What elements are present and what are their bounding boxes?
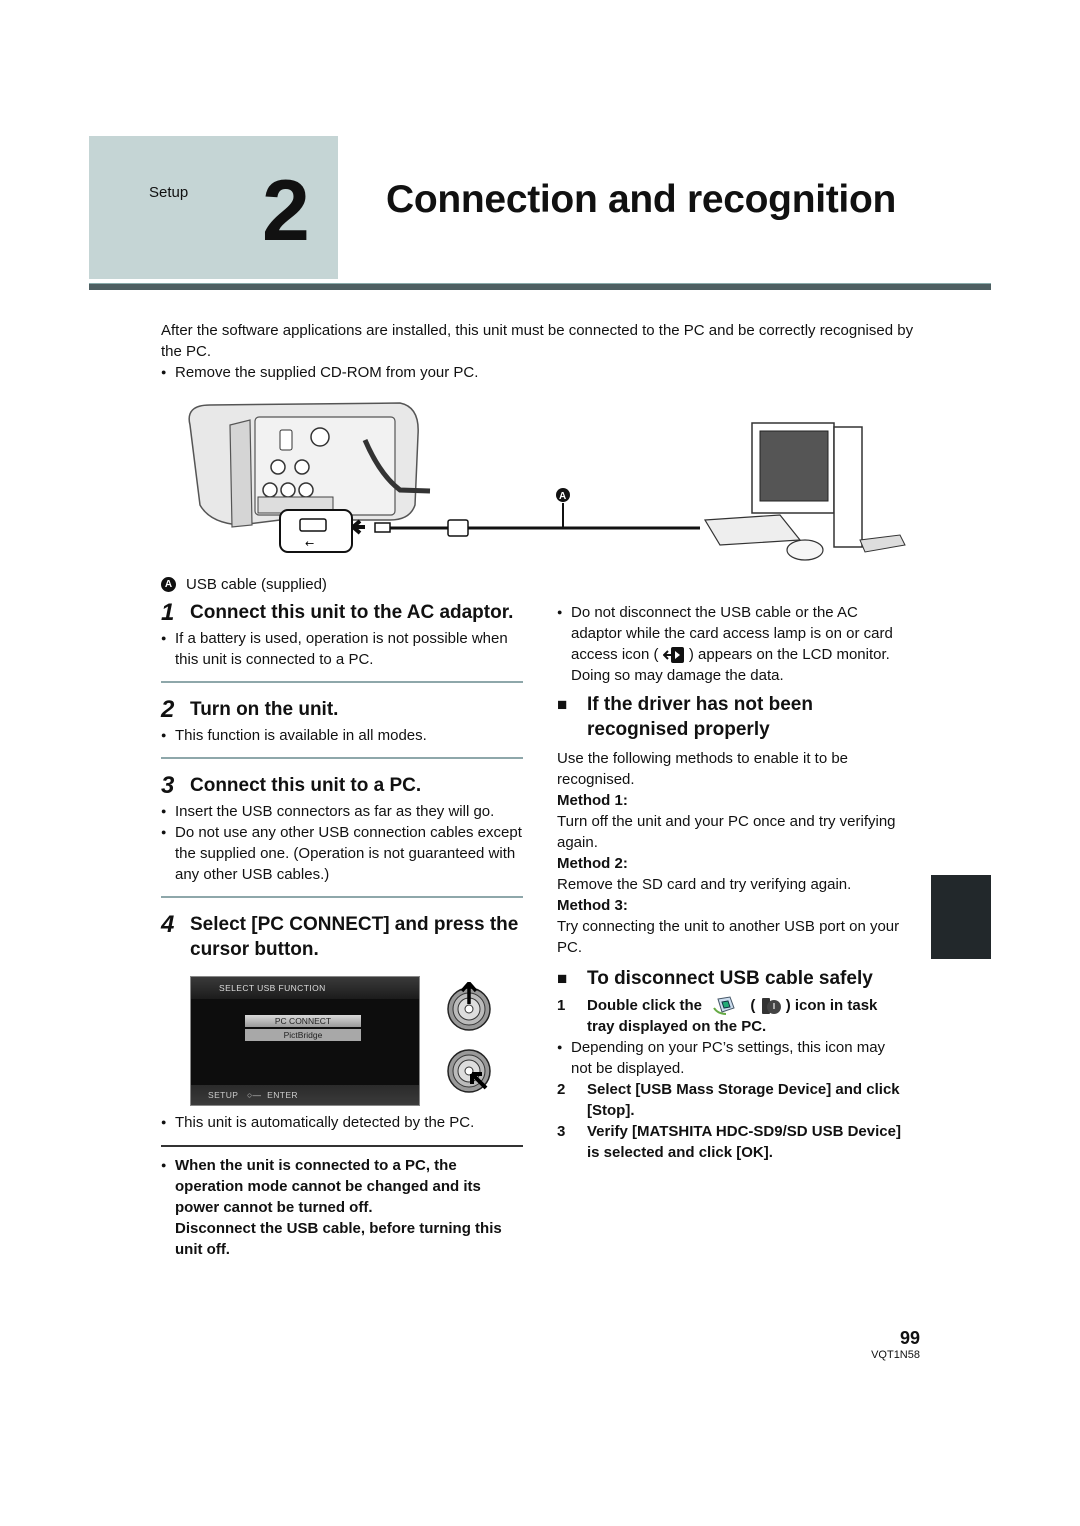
caption-text: USB cable (supplied): [186, 576, 327, 593]
usb-cable: A: [374, 488, 700, 537]
cursor-button-press-icon: [447, 1049, 491, 1093]
disconnect-section-title: To disconnect USB cable safely: [587, 968, 873, 989]
svg-text:A: A: [559, 491, 566, 502]
step-number: 2: [557, 1081, 566, 1099]
disconnect-step-1-note: Depending on your PC’s settings, this ic…: [557, 1037, 909, 1079]
step-bullet: This function is available in all modes.: [161, 725, 523, 746]
method-text: Turn off the unit and your PC once and t…: [557, 813, 896, 851]
method-text: Try connecting the unit to another USB p…: [557, 918, 900, 956]
step-title: Turn on the unit.: [190, 699, 339, 720]
step-number: 3: [557, 1123, 566, 1141]
intro-bullet: Remove the supplied CD-ROM from your PC.: [161, 362, 921, 383]
callout-marker-a-icon: A: [161, 577, 176, 592]
step-number: 1: [161, 599, 175, 626]
step-bullet: This unit is automatically detected by t…: [161, 1112, 523, 1133]
card-access-warning: Do not disconnect the USB cable or the A…: [557, 602, 909, 686]
square-bullet-icon: ■: [557, 695, 568, 714]
card-access-icon: [662, 647, 684, 664]
method-label: Method 1:: [557, 792, 628, 809]
step-4: 4 Select [PC CONNECT] and press the curs…: [161, 910, 523, 1133]
step-1: 1 Connect this unit to the AC adaptor. I…: [161, 598, 523, 670]
method-text: Remove the SD card and try verifying aga…: [557, 876, 852, 893]
desktop-pc-illustration: [703, 422, 906, 561]
header-divider: [89, 283, 991, 290]
step-4-figure: SELECT USB FUNCTION PC CONNECT PictBridg…: [190, 976, 523, 1106]
step-bullet: Do not use any other USB connection cabl…: [161, 822, 523, 885]
intro: After the software applications are inst…: [161, 320, 921, 383]
step-text: Double click the: [587, 997, 703, 1014]
method-label: Method 3:: [557, 897, 628, 914]
lcd-option-pc-connect[interactable]: PC CONNECT: [245, 1015, 361, 1027]
step-3: 3 Connect this unit to a PC. Insert the …: [161, 771, 523, 885]
step-number: 4: [161, 911, 175, 938]
camcorder-illustration: ←: [188, 402, 431, 553]
section-divider: [161, 757, 523, 759]
lcd-footer: SETUP ○— ENTER: [191, 1085, 419, 1105]
warning-box: When the unit is connected to a PC, the …: [161, 1155, 523, 1260]
document-code: VQT1N58: [871, 1349, 920, 1361]
step-number: 1: [557, 997, 566, 1014]
page-number: 99: [899, 1328, 920, 1348]
cursor-button-up-icon: [447, 982, 491, 1031]
chapter-side-tab: [931, 875, 991, 959]
method-label: Method 2:: [557, 855, 628, 872]
step-number: 2: [161, 696, 175, 723]
step-number: 3: [161, 772, 175, 799]
driver-intro: Use the following methods to enable it t…: [557, 750, 849, 788]
warning-line-1: When the unit is connected to a PC, the …: [161, 1155, 523, 1218]
page-title: Connection and recognition: [386, 178, 897, 221]
right-column: Do not disconnect the USB cable or the A…: [557, 602, 909, 1163]
section-divider: [161, 681, 523, 683]
lcd-title: SELECT USB FUNCTION: [191, 977, 419, 999]
step-bullet: If a battery is used, operation is not p…: [161, 628, 523, 670]
steps-column: 1 Connect this unit to the AC adaptor. I…: [161, 598, 523, 1260]
step-text: Select [USB Mass Storage Device] and cli…: [587, 1081, 900, 1120]
step-text: (: [750, 997, 756, 1014]
lcd-footer-setup: SETUP: [208, 1090, 239, 1100]
disconnect-step-1: 1 Double click the ( ) icon in task tray…: [557, 995, 909, 1037]
svg-text:←: ←: [305, 537, 314, 550]
step-2: 2 Turn on the unit. This function is ava…: [161, 695, 523, 746]
section-divider: [161, 896, 523, 898]
connection-illustration: ← A: [188, 402, 906, 561]
section-label: Setup: [149, 184, 189, 201]
step-text: Verify [MATSHITA HDC-SD9/SD USB Device] …: [587, 1123, 901, 1162]
step-title: Select [PC CONNECT] and press the cursor…: [190, 914, 519, 960]
chapter-number: 2: [262, 163, 310, 259]
usb-device-tray-icon: [761, 998, 781, 1015]
step-title: Connect this unit to a PC.: [190, 775, 422, 796]
warning-line-2: Disconnect the USB cable, before turning…: [175, 1219, 502, 1258]
lcd-option-pictbridge[interactable]: PictBridge: [245, 1029, 361, 1041]
driver-section-body: Use the following methods to enable it t…: [557, 748, 909, 958]
step-title: Connect this unit to the AC adaptor.: [190, 602, 514, 623]
driver-section-title: If the driver has not been recognised pr…: [587, 694, 813, 740]
cursor-button-figures: [446, 976, 492, 1094]
step-bullet: Insert the USB connectors as far as they…: [161, 801, 523, 822]
safely-remove-hardware-icon: [713, 996, 735, 1016]
driver-section-heading: ■ If the driver has not been recognised …: [557, 692, 909, 742]
lcd-footer-enter: ENTER: [267, 1090, 298, 1100]
disconnect-steps: 1 Double click the ( ) icon in task tray…: [557, 995, 909, 1163]
disconnect-step-3: 3 Verify [MATSHITA HDC-SD9/SD USB Device…: [557, 1121, 909, 1163]
square-bullet-icon: ■: [557, 969, 568, 988]
disconnect-step-2: 2 Select [USB Mass Storage Device] and c…: [557, 1079, 909, 1121]
lcd-screen: SELECT USB FUNCTION PC CONNECT PictBridg…: [190, 976, 420, 1106]
warning-divider: [161, 1145, 523, 1147]
intro-paragraph: After the software applications are inst…: [161, 322, 914, 360]
disconnect-section-heading: ■ To disconnect USB cable safely: [557, 966, 909, 991]
illustration-caption: A USB cable (supplied): [161, 576, 327, 593]
